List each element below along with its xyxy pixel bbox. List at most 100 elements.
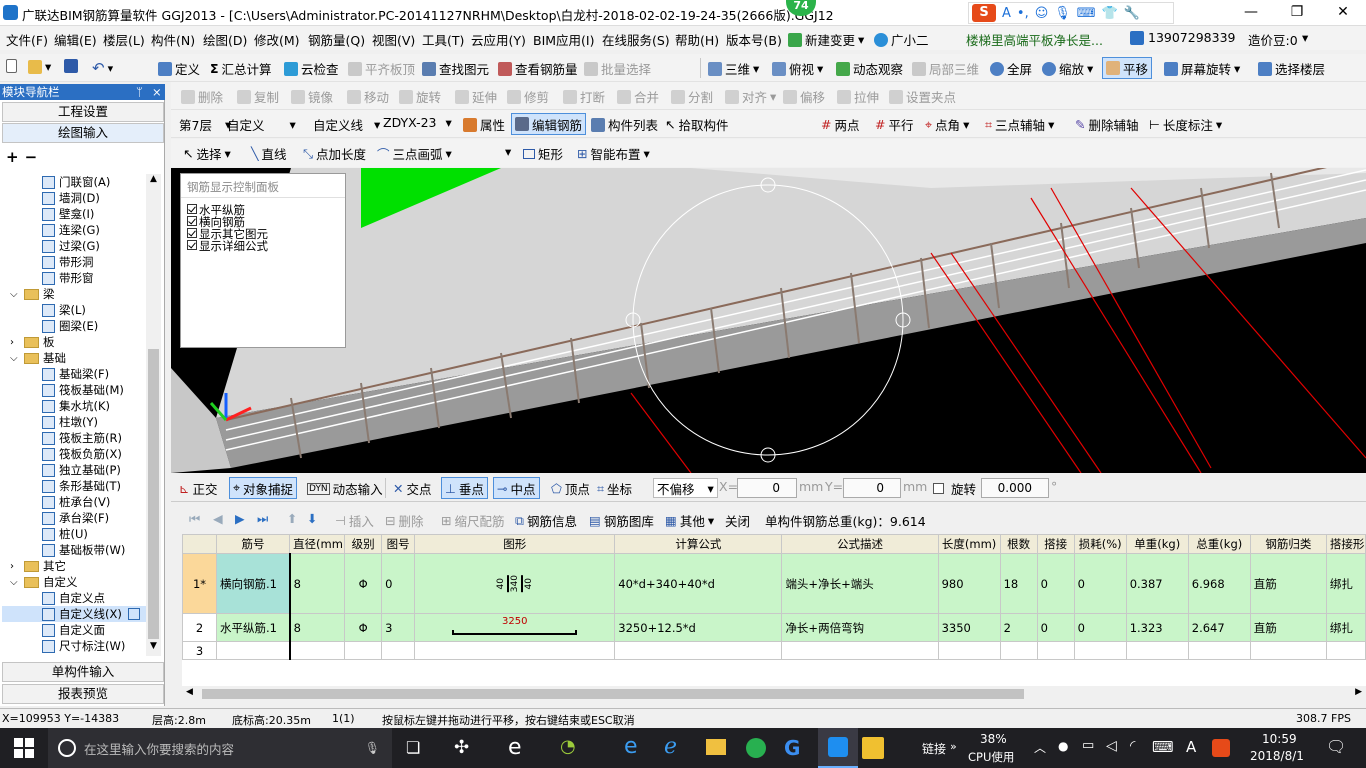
dynamic-input-toggle[interactable]: DYN 动态输入 — [307, 479, 383, 498]
clock-date[interactable]: 2018/8/1 — [1250, 749, 1304, 763]
tree-item[interactable]: 自定义点 — [2, 590, 146, 606]
offset-button[interactable]: 偏移 — [783, 87, 825, 106]
column-header[interactable]: 根数 — [999, 534, 1038, 554]
perpendicular-snap[interactable]: ⊥ 垂点 — [441, 477, 488, 499]
save-icon[interactable] — [64, 59, 78, 73]
column-header[interactable]: 计算公式 — [614, 534, 783, 554]
view-rebar-qty-button[interactable]: 查看钢筋量 — [498, 59, 578, 78]
close-button[interactable]: ✕ — [1320, 0, 1366, 26]
tree-item[interactable]: › 其它 — [2, 558, 146, 574]
expand-all-icon[interactable]: + — [6, 148, 19, 166]
rectangle-tool[interactable]: 矩形 — [523, 144, 563, 163]
table-cell[interactable]: 6.968 — [1187, 553, 1251, 614]
table-cell[interactable]: 绑扎 — [1325, 613, 1366, 642]
column-header[interactable]: 筋号 — [216, 534, 291, 554]
scroll-left-arrow[interactable]: ◀ — [186, 687, 193, 697]
break-button[interactable]: 打断 — [563, 87, 605, 106]
tree-item[interactable]: 连梁(G) — [2, 222, 146, 238]
column-header[interactable]: 级别 — [344, 534, 383, 554]
chevron-right-icon[interactable]: › — [10, 337, 20, 348]
merge-button[interactable]: 合并 — [617, 87, 659, 106]
point-length-tool[interactable]: ⤡ 点加长度 — [303, 144, 366, 163]
notice-link[interactable]: 楼梯里高端平板净长是... — [966, 30, 1103, 49]
summary-calc-button[interactable]: Σ 汇总计算 — [210, 59, 272, 78]
keyboard-icon[interactable]: ⌨ — [1152, 738, 1174, 756]
keyboard-icon[interactable]: ⌨ — [1077, 6, 1096, 21]
mirror-button[interactable]: 镜像 — [291, 87, 333, 106]
table-cell[interactable] — [781, 641, 939, 660]
parallel-axis-button[interactable]: # 平行 — [875, 115, 914, 134]
point-angle-button[interactable]: ⌖ 点角 ▾ — [925, 115, 969, 134]
table-cell[interactable]: 净长+两倍弯钩 — [781, 613, 939, 642]
align-button[interactable]: 对齐 ▾ — [725, 87, 776, 106]
checkbox-checked-icon[interactable] — [187, 240, 197, 250]
next-record-icon[interactable]: ▶ — [235, 511, 245, 526]
midpoint-snap[interactable]: ⊸ 中点 — [493, 477, 540, 499]
first-record-icon[interactable]: ⏮ — [189, 511, 200, 527]
split-button[interactable]: 分割 — [671, 87, 713, 106]
object-snap-toggle[interactable]: ⌖ 对象捕捉 — [229, 477, 298, 499]
tree-item[interactable]: 带形洞 — [2, 254, 146, 270]
define-button[interactable]: 定义 — [158, 59, 200, 78]
tree-item[interactable]: ⌵ 梁 — [2, 286, 146, 302]
local-3d-button[interactable]: 局部三维 — [912, 59, 979, 78]
scale-rebar-button[interactable]: ⊞ 缩尺配筋 — [441, 511, 505, 530]
column-header[interactable]: 损耗(%) — [1073, 534, 1127, 554]
tools-icon[interactable]: 🔧 — [1124, 6, 1140, 21]
table-cell[interactable] — [937, 641, 1001, 660]
move-button[interactable]: 移动 — [347, 87, 389, 106]
table-cell[interactable]: 0 — [381, 553, 416, 614]
table-cell[interactable] — [1325, 641, 1366, 660]
batch-select-button[interactable]: 批量选择 — [584, 59, 651, 78]
minimize-button[interactable]: — — [1228, 0, 1274, 26]
tree-item[interactable]: 自定义面 — [2, 622, 146, 638]
menu-online[interactable]: 在线服务(S) — [602, 30, 670, 49]
table-cell[interactable] — [1036, 641, 1075, 660]
tray-expand-icon[interactable]: ︿ — [1034, 739, 1046, 756]
row-number[interactable]: 1* — [181, 553, 218, 614]
find-element-button[interactable]: 查找图元 — [422, 59, 489, 78]
tree-item[interactable]: 独立基础(P) — [2, 462, 146, 478]
notes-app-icon[interactable] — [862, 737, 884, 759]
table-cell[interactable]: 3 — [381, 613, 416, 642]
tree-item[interactable]: 圈梁(E) — [2, 318, 146, 334]
rebar-shape-cell[interactable]: 3250 — [414, 613, 616, 642]
element-select[interactable]: ZDYX-23 ▾ — [383, 115, 452, 130]
properties-button[interactable]: 属性 — [463, 115, 505, 134]
move-up-icon[interactable]: ⬆ — [287, 511, 297, 526]
table-cell[interactable]: 0.387 — [1125, 553, 1189, 614]
column-header[interactable]: 搭接 — [1036, 534, 1075, 554]
table-cell[interactable]: 横向钢筋.1 — [216, 553, 291, 614]
option-show-detail-formula[interactable]: 显示详细公式 — [187, 240, 339, 252]
checkbox-checked-icon[interactable] — [187, 216, 197, 226]
report-preview-button[interactable]: 报表预览 — [2, 684, 164, 704]
tree-item[interactable]: › 板 — [2, 334, 146, 350]
tree-item[interactable]: 筏板负筋(X) — [2, 446, 146, 462]
tree-item[interactable]: ⌵ 基础 — [2, 350, 146, 366]
menu-help[interactable]: 帮助(H) — [675, 30, 719, 49]
edge-browser-icon[interactable]: e — [624, 734, 638, 759]
row-number[interactable]: 2 — [181, 613, 218, 642]
volume-icon[interactable]: ▭ — [1082, 738, 1094, 753]
edit-rebar-button[interactable]: 编辑钢筋 — [511, 113, 587, 135]
column-header[interactable]: 总重(kg) — [1187, 534, 1251, 554]
pin-icon[interactable]: ᛘ — [136, 84, 143, 100]
three-point-arc-tool[interactable]: ⌒ 三点画弧 ▾ — [377, 144, 452, 163]
mic-icon[interactable]: 🎙 — [365, 741, 380, 755]
tree-item[interactable]: 壁龛(I) — [2, 206, 146, 222]
table-cell[interactable]: 2 — [999, 613, 1038, 642]
table-cell[interactable]: 1.323 — [1125, 613, 1189, 642]
column-header[interactable]: 长度(mm) — [937, 534, 1001, 554]
app-bell-icon[interactable]: ◔ — [560, 736, 576, 757]
intersection-snap[interactable]: ✕ 交点 — [393, 479, 432, 498]
new-change-button[interactable]: 新建变更 ▾ — [788, 30, 864, 49]
collapse-all-icon[interactable]: − — [25, 148, 38, 166]
draw-input-button[interactable]: 绘图输入 — [2, 123, 164, 143]
rotate-input[interactable] — [981, 478, 1049, 498]
guangxiao-button[interactable]: 广小二 — [874, 30, 929, 49]
table-cell[interactable] — [1249, 641, 1327, 660]
emoji-icon[interactable]: ☺ — [1035, 6, 1049, 21]
tree-item[interactable]: 梁(L) — [2, 302, 146, 318]
zoom-button[interactable]: 缩放 ▾ — [1042, 59, 1093, 78]
cloud-check-button[interactable]: 云检查 — [284, 59, 339, 78]
